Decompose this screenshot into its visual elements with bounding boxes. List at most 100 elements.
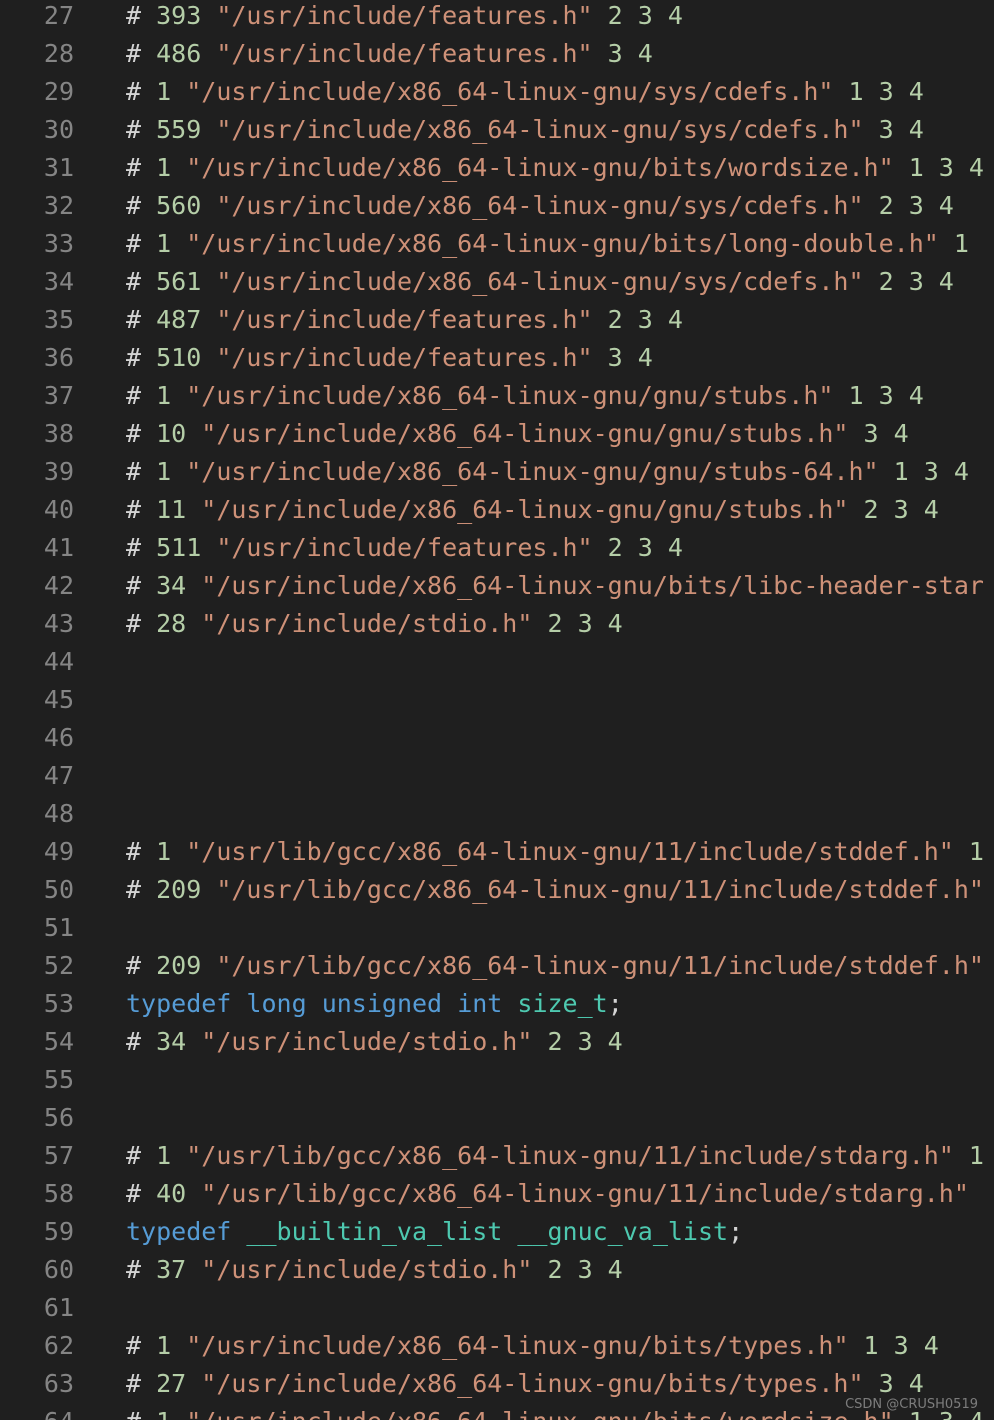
code-token-num: 1 — [156, 1331, 172, 1360]
line-content: # 27 "/usr/include/x86_64-linux-gnu/bits… — [126, 1365, 924, 1403]
line-number: 30 — [43, 115, 74, 144]
code-token-hash: # — [126, 875, 157, 904]
code-token-type: __gnuc_va_list — [517, 1217, 729, 1246]
code-token-kw: typedef — [126, 989, 232, 1018]
code-line[interactable]: 39 # 1 "/usr/include/x86_64-linux-gnu/gnu… — [0, 453, 994, 491]
code-line[interactable]: 31 # 1 "/usr/include/x86_64-linux-gnu/bit… — [0, 149, 994, 187]
code-line[interactable]: 37 # 1 "/usr/include/x86_64-linux-gnu/gnu… — [0, 377, 994, 415]
line-content: # 1 "/usr/lib/gcc/x86_64-linux-gnu/11/in… — [126, 1137, 984, 1175]
code-token-plain: ; — [607, 989, 623, 1018]
code-token-num: 511 — [156, 533, 202, 562]
code-token-num: 559 — [156, 115, 202, 144]
code-token-num: 209 — [156, 951, 202, 980]
code-line[interactable]: 34 # 561 "/usr/include/x86_64-linux-gnu/s… — [0, 263, 994, 301]
code-token-num: 2 3 4 — [592, 533, 683, 562]
code-token-num: 1 — [156, 837, 172, 866]
code-line[interactable]: 61 — [0, 1289, 994, 1327]
code-token-kw: long — [246, 989, 307, 1018]
code-line[interactable]: 29 # 1 "/usr/include/x86_64-linux-gnu/sys… — [0, 73, 994, 111]
code-line[interactable]: 30 # 559 "/usr/include/x86_64-linux-gnu/s… — [0, 111, 994, 149]
code-line[interactable]: 51 — [0, 909, 994, 947]
watermark: CSDN @CRUSH0519 — [845, 1397, 978, 1412]
code-token-str: "/usr/include/x86_64-linux-gnu/bits/libc… — [201, 571, 984, 600]
line-content: # 37 "/usr/include/stdio.h" 2 3 4 — [126, 1251, 623, 1289]
code-line[interactable]: 28 # 486 "/usr/include/features.h" 3 4 — [0, 35, 994, 73]
code-line[interactable]: 53 typedef long unsigned int size_t; — [0, 985, 994, 1023]
code-line[interactable]: 42 # 34 "/usr/include/x86_64-linux-gnu/bi… — [0, 567, 994, 605]
code-token-str: "/usr/lib/gcc/x86_64-linux-gnu/11/includ… — [186, 1141, 954, 1170]
code-token-num: 1 — [953, 1141, 984, 1170]
code-line[interactable]: 54 # 34 "/usr/include/stdio.h" 2 3 4 — [0, 1023, 994, 1061]
code-line[interactable]: 45 — [0, 681, 994, 719]
code-line[interactable]: 36 # 510 "/usr/include/features.h" 3 4 — [0, 339, 994, 377]
code-token-hash: # — [126, 305, 157, 334]
code-line[interactable]: 44 — [0, 643, 994, 681]
code-line[interactable]: 35 # 487 "/usr/include/features.h" 2 3 4 — [0, 301, 994, 339]
line-content: # 1 "/usr/include/x86_64-linux-gnu/bits/… — [126, 149, 984, 187]
line-number: 47 — [43, 761, 74, 790]
code-token-str: "/usr/include/x86_64-linux-gnu/gnu/stubs… — [201, 495, 849, 524]
line-number: 27 — [43, 1, 74, 30]
code-token-hash: # — [126, 457, 157, 486]
code-line[interactable]: 47 — [0, 757, 994, 795]
code-line[interactable]: 32 # 560 "/usr/include/x86_64-linux-gnu/s… — [0, 187, 994, 225]
code-line[interactable]: 59 typedef __builtin_va_list __gnuc_va_li… — [0, 1213, 994, 1251]
code-token-num: 510 — [156, 343, 202, 372]
line-content: # 40 "/usr/lib/gcc/x86_64-linux-gnu/11/i… — [126, 1175, 969, 1213]
code-line[interactable]: 58 # 40 "/usr/lib/gcc/x86_64-linux-gnu/11… — [0, 1175, 994, 1213]
line-number: 44 — [43, 647, 74, 676]
code-token-str: "/usr/include/x86_64-linux-gnu/sys/cdefs… — [186, 77, 834, 106]
code-token-num: 1 3 4 — [848, 1331, 939, 1360]
code-line[interactable]: 52 # 209 "/usr/lib/gcc/x86_64-linux-gnu/1… — [0, 947, 994, 985]
code-token-str: "/usr/include/x86_64-linux-gnu/sys/cdefs… — [216, 115, 864, 144]
code-token-num: 40 — [156, 1179, 187, 1208]
code-token-num: 27 — [156, 1369, 187, 1398]
code-line[interactable]: 55 — [0, 1061, 994, 1099]
line-number: 31 — [43, 153, 74, 182]
code-line[interactable]: 33 # 1 "/usr/include/x86_64-linux-gnu/bit… — [0, 225, 994, 263]
code-line[interactable]: 57 # 1 "/usr/lib/gcc/x86_64-linux-gnu/11/… — [0, 1137, 994, 1175]
line-number: 60 — [43, 1255, 74, 1284]
code-token-num: 2 3 4 — [532, 1255, 623, 1284]
code-line[interactable]: 56 — [0, 1099, 994, 1137]
code-token-hash: # — [126, 951, 157, 980]
code-line[interactable]: 41 # 511 "/usr/include/features.h" 2 3 4 — [0, 529, 994, 567]
line-content: # 559 "/usr/include/x86_64-linux-gnu/sys… — [126, 111, 924, 149]
line-content: # 1 "/usr/include/x86_64-linux-gnu/bits/… — [126, 1327, 939, 1365]
line-number: 56 — [43, 1103, 74, 1132]
code-line[interactable]: 48 — [0, 795, 994, 833]
line-number: 37 — [43, 381, 74, 410]
code-line[interactable]: 38 # 10 "/usr/include/x86_64-linux-gnu/gn… — [0, 415, 994, 453]
code-line[interactable]: 40 # 11 "/usr/include/x86_64-linux-gnu/gn… — [0, 491, 994, 529]
code-token-num: 1 — [156, 229, 172, 258]
code-token-num: 2 3 4 — [532, 609, 623, 638]
line-number: 49 — [43, 837, 74, 866]
code-token-hash: # — [126, 1407, 156, 1420]
code-line[interactable]: 49 # 1 "/usr/lib/gcc/x86_64-linux-gnu/11/… — [0, 833, 994, 871]
code-line[interactable]: 62 # 1 "/usr/include/x86_64-linux-gnu/bit… — [0, 1327, 994, 1365]
line-number: 53 — [43, 989, 74, 1018]
code-editor[interactable]: 27 # 393 "/usr/include/features.h" 2 3 42… — [0, 0, 994, 1420]
code-token-num: 2 3 4 — [592, 1, 683, 30]
code-token-hash: # — [126, 229, 157, 258]
code-line[interactable]: 60 # 37 "/usr/include/stdio.h" 2 3 4 — [0, 1251, 994, 1289]
code-token-str: "/usr/include/features.h" — [216, 1, 593, 30]
code-line[interactable]: 43 # 28 "/usr/include/stdio.h" 2 3 4 — [0, 605, 994, 643]
line-content: # 1 "/usr/include/x86_64-linux-gnu/gnu/s… — [126, 377, 924, 415]
code-token-str: "/usr/include/x86_64-linux-gnu/gnu/stubs… — [201, 419, 849, 448]
code-token-num: 2 3 4 — [592, 305, 683, 334]
code-token-str: "/usr/include/features.h" — [216, 305, 593, 334]
line-number: 48 — [43, 799, 74, 828]
code-line[interactable]: 27 # 393 "/usr/include/features.h" 2 3 4 — [0, 0, 994, 35]
code-line[interactable]: 46 — [0, 719, 994, 757]
code-line[interactable]: 50 # 209 "/usr/lib/gcc/x86_64-linux-gnu/1… — [0, 871, 994, 909]
code-token-str: "/usr/include/x86_64-linux-gnu/gnu/stubs… — [186, 381, 834, 410]
